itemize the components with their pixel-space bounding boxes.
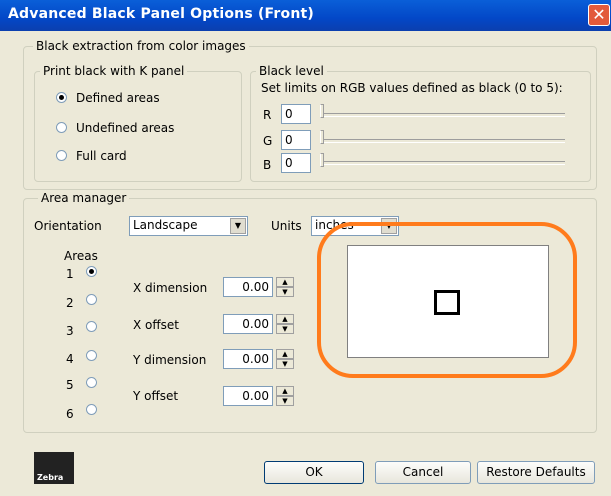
area-4-label: 4	[66, 352, 74, 366]
spin-down-icon[interactable]: ▼	[276, 287, 294, 297]
area-1-label: 1	[66, 267, 74, 281]
dialog-window: Advanced Black Panel Options (Front) ✕ B…	[0, 0, 611, 496]
channel-b-slider-track[interactable]	[320, 161, 565, 165]
x-dimension-spinner[interactable]: ▲ ▼	[276, 277, 294, 297]
area-2-radio[interactable]	[86, 294, 97, 305]
spin-up-icon[interactable]: ▲	[276, 314, 294, 324]
cancel-button[interactable]: Cancel	[375, 461, 471, 484]
print-black-group-label: Print black with K panel	[40, 64, 188, 78]
channel-b-input[interactable]: 0	[281, 153, 311, 173]
channel-r-input[interactable]: 0	[281, 104, 311, 124]
area-3-radio[interactable]	[86, 321, 97, 332]
spin-down-icon[interactable]: ▼	[276, 359, 294, 369]
radio-full-card[interactable]	[56, 150, 67, 161]
radio-undefined-areas[interactable]	[56, 122, 67, 133]
radio-undefined-areas-label: Undefined areas	[76, 121, 175, 135]
units-label: Units	[271, 219, 302, 233]
close-icon: ✕	[592, 5, 606, 24]
channel-g-slider-track[interactable]	[320, 139, 565, 143]
x-offset-label: X offset	[133, 318, 179, 332]
x-offset-spinner[interactable]: ▲ ▼	[276, 314, 294, 334]
orientation-select-value: Landscape	[133, 218, 198, 232]
highlight-outline	[317, 222, 577, 378]
spin-up-icon[interactable]: ▲	[276, 277, 294, 287]
chevron-down-icon[interactable]: ▼	[230, 218, 246, 234]
spin-up-icon[interactable]: ▲	[276, 349, 294, 359]
channel-r-slider-thumb[interactable]	[320, 104, 324, 118]
y-offset-spinner[interactable]: ▲ ▼	[276, 386, 294, 406]
channel-g-label: G	[263, 134, 273, 148]
x-dimension-label: X dimension	[133, 281, 208, 295]
y-dimension-spinner[interactable]: ▲ ▼	[276, 349, 294, 369]
radio-full-card-label: Full card	[76, 149, 127, 163]
black-level-group-label: Black level	[256, 64, 327, 78]
extraction-group-label: Black extraction from color images	[33, 39, 249, 53]
area-5-label: 5	[66, 378, 74, 392]
channel-g-input[interactable]: 0	[281, 130, 311, 150]
title-bar[interactable]: Advanced Black Panel Options (Front) ✕	[0, 0, 611, 31]
radio-defined-areas-label: Defined areas	[76, 91, 160, 105]
spin-down-icon[interactable]: ▼	[276, 324, 294, 334]
area-6-label: 6	[66, 407, 74, 421]
y-offset-label: Y offset	[133, 389, 179, 403]
channel-r-slider-track[interactable]	[320, 113, 565, 117]
area-3-label: 3	[66, 324, 74, 338]
zebra-logo: Zebra	[34, 452, 74, 484]
window-title: Advanced Black Panel Options (Front)	[8, 6, 315, 22]
ok-button[interactable]: OK	[264, 461, 364, 484]
channel-b-label: B	[263, 158, 272, 172]
spin-up-icon[interactable]: ▲	[276, 386, 294, 396]
y-offset-input[interactable]: 0.00	[223, 386, 273, 406]
x-dimension-input[interactable]: 0.00	[223, 277, 273, 297]
area-2-label: 2	[66, 296, 74, 310]
area-manager-label: Area manager	[38, 191, 130, 205]
y-dimension-input[interactable]: 0.00	[223, 349, 273, 369]
channel-g-slider-thumb[interactable]	[320, 130, 324, 144]
areas-label: Areas	[64, 249, 98, 263]
area-5-radio[interactable]	[86, 377, 97, 388]
restore-defaults-button[interactable]: Restore Defaults	[477, 461, 595, 484]
black-level-description: Set limits on RGB values defined as blac…	[261, 81, 563, 95]
orientation-label: Orientation	[34, 219, 102, 233]
area-4-radio[interactable]	[86, 350, 97, 361]
area-1-radio[interactable]	[86, 266, 97, 277]
radio-defined-areas[interactable]	[56, 92, 67, 103]
close-button[interactable]: ✕	[588, 4, 610, 26]
orientation-select[interactable]: Landscape ▼	[129, 216, 248, 236]
channel-b-slider-thumb[interactable]	[320, 153, 324, 167]
x-offset-input[interactable]: 0.00	[223, 314, 273, 334]
spin-down-icon[interactable]: ▼	[276, 396, 294, 406]
area-6-radio[interactable]	[86, 404, 97, 415]
channel-r-label: R	[263, 108, 272, 122]
y-dimension-label: Y dimension	[133, 353, 207, 367]
